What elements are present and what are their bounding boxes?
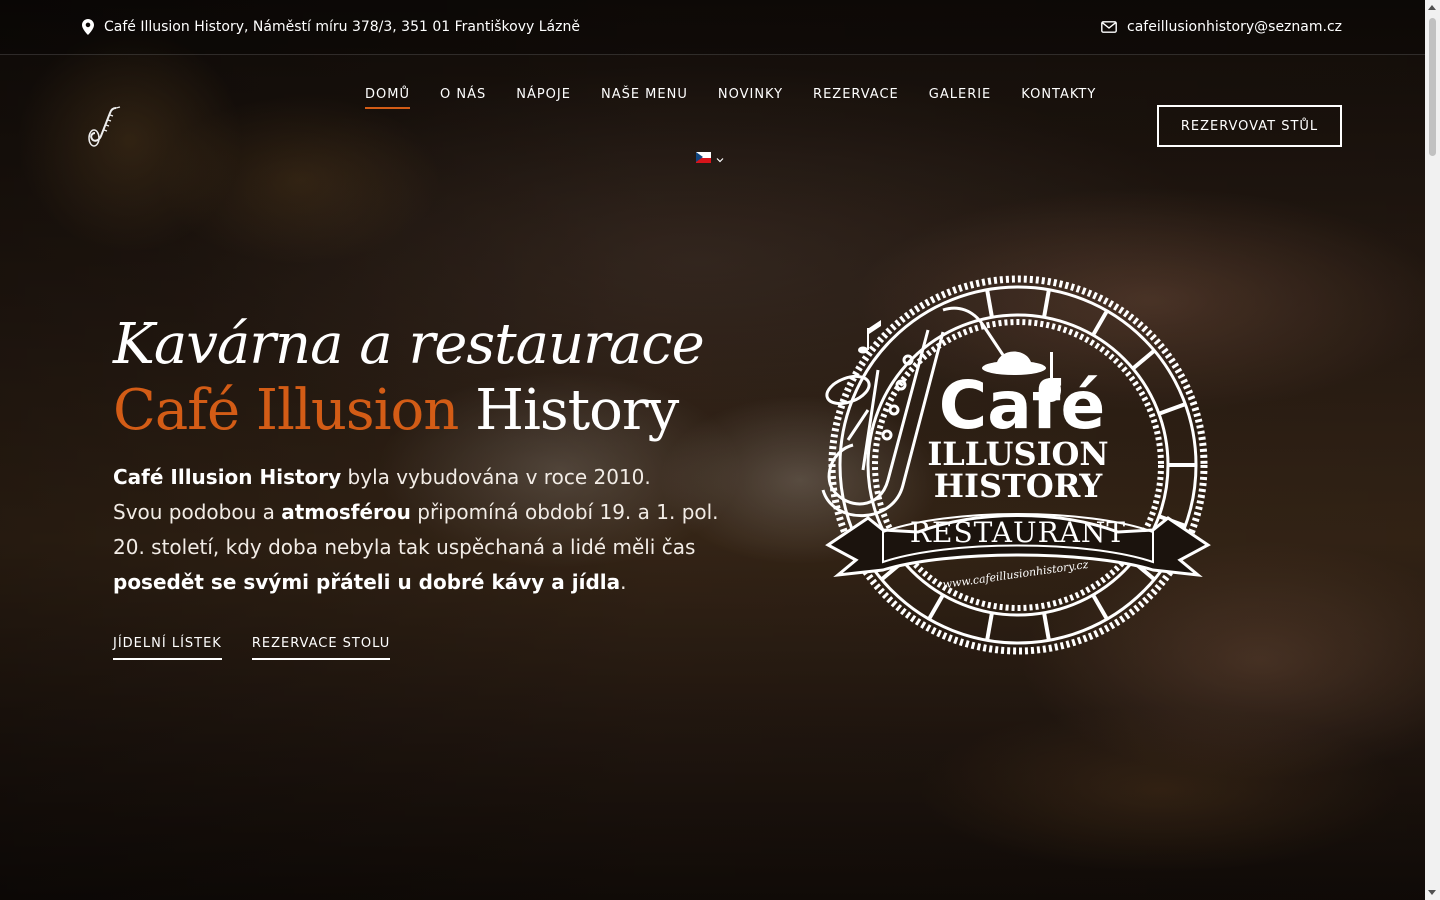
site-logo[interactable] xyxy=(86,105,124,149)
film-spoke xyxy=(1042,289,1051,318)
nav-item-o-nas[interactable]: O NÁS xyxy=(440,87,486,109)
hero-text-part: Svou podobou a xyxy=(113,500,282,524)
page-scrollbar[interactable] xyxy=(1425,0,1440,900)
logo-word-history: HISTORY xyxy=(934,467,1104,505)
nav-item-napoje[interactable]: NÁPOJE xyxy=(516,87,571,109)
saxophone-icon xyxy=(88,106,121,147)
hero-text-part: byla vybudována v roce 2010. xyxy=(341,465,651,489)
hero-description: Café Illusion History byla vybudována v … xyxy=(113,460,723,600)
nav-item-novinky[interactable]: NOVINKY xyxy=(718,87,783,109)
hero-title-line1: Kavárna a restaurace xyxy=(113,312,705,377)
envelope-icon xyxy=(1101,21,1117,33)
reserve-table-button[interactable]: REZERVOVAT STŮL xyxy=(1157,105,1342,147)
scroll-down-icon[interactable] xyxy=(1428,890,1436,895)
email-link[interactable]: cafeillusionhistory@seznam.cz xyxy=(1127,19,1342,35)
nav-item-kontakty[interactable]: KONTAKTY xyxy=(1021,87,1096,109)
film-spoke xyxy=(1091,593,1109,621)
reservation-link[interactable]: REZERVACE STOLU xyxy=(251,636,391,660)
language-switcher[interactable] xyxy=(696,148,724,167)
address-info: Café Illusion History, Náměstí míru 378/… xyxy=(82,19,580,35)
hero-bold-friends: posedět se svými přáteli u dobré kávy a … xyxy=(113,570,621,594)
menu-link[interactable]: JÍDELNÍ LÍSTEK xyxy=(113,636,222,660)
film-spoke xyxy=(985,289,994,318)
hero-bold-name: Café Illusion History xyxy=(113,465,342,489)
nav-item-nase-menu[interactable]: NAŠE MENU xyxy=(601,87,688,109)
film-spoke xyxy=(1131,349,1156,371)
map-pin-icon xyxy=(82,19,94,35)
email-info[interactable]: cafeillusionhistory@seznam.cz xyxy=(1101,19,1342,35)
hero-bold-atmosphere: atmosférou xyxy=(281,500,411,524)
film-spoke xyxy=(1091,309,1109,337)
main-nav: DOMŮ O NÁS NÁPOJE NAŠE MENU NOVINKY REZE… xyxy=(365,87,1096,109)
hero-title-accent: Café Illusion xyxy=(113,378,459,443)
scroll-thumb[interactable] xyxy=(1429,18,1436,156)
logo-url-text: www.cafeillusionhistory.cz xyxy=(942,558,1090,591)
restaurant-logo: Café ILLUSION HISTORY RESTAURANT www.caf… xyxy=(808,270,1218,665)
scroll-up-icon[interactable] xyxy=(1428,5,1436,10)
film-spoke xyxy=(1158,402,1186,416)
film-spoke xyxy=(1042,612,1051,641)
chevron-down-icon xyxy=(716,148,724,167)
address-text: Café Illusion History, Náměstí míru 378/… xyxy=(104,19,580,35)
top-bar: Café Illusion History, Náměstí míru 378/… xyxy=(0,0,1425,55)
logo-word-cafe: Café xyxy=(939,367,1105,444)
czech-flag-icon xyxy=(696,152,711,163)
logo-banner-text: RESTAURANT xyxy=(910,516,1126,549)
nav-item-rezervace[interactable]: REZERVACE xyxy=(813,87,899,109)
hero-title-rest: History xyxy=(458,378,679,443)
nav-item-domu[interactable]: DOMŮ xyxy=(365,87,410,109)
nav-item-galerie[interactable]: GALERIE xyxy=(929,87,992,109)
hero-title: Kavárna a restaurace Café Illusion Histo… xyxy=(113,312,753,444)
hero-links: JÍDELNÍ LÍSTEK REZERVACE STOLU xyxy=(113,636,391,660)
film-spoke xyxy=(927,593,945,621)
film-spoke xyxy=(985,612,994,641)
hero-text-part: . xyxy=(620,570,627,594)
